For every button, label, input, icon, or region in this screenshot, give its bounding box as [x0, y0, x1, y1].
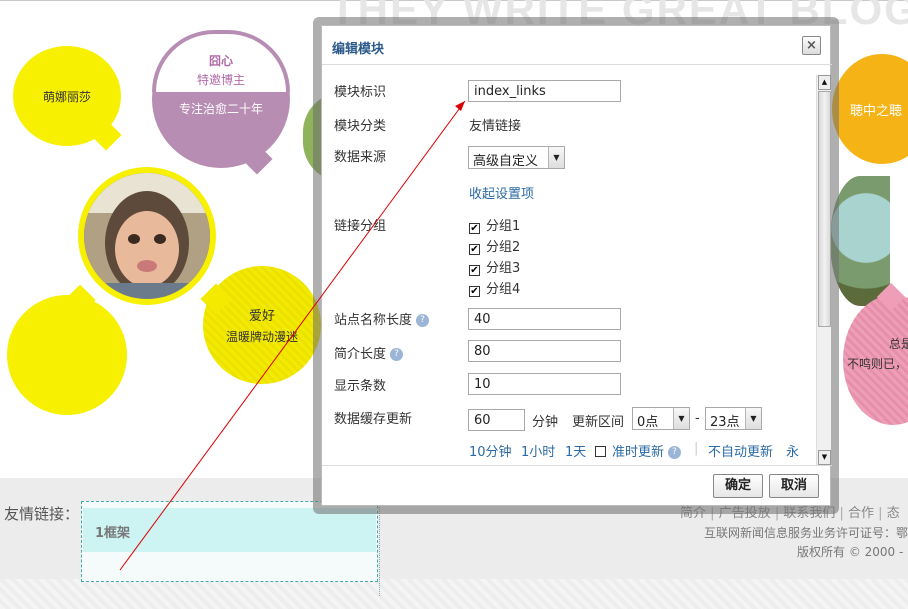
dialog-scrollbar[interactable]: ▲ ▼ — [816, 75, 831, 465]
range-start-value: 0点 — [637, 415, 659, 430]
collapse-settings-link[interactable]: 收起设置项 — [469, 183, 534, 202]
help-icon[interactable]: ? — [668, 446, 682, 459]
link-separator: | — [694, 441, 699, 456]
checkbox-checked-icon: ✔ — [469, 223, 480, 234]
dialog-title: 编辑模块 — [332, 42, 385, 57]
help-icon[interactable]: ? — [416, 314, 430, 327]
checkbox-checked-icon: ✔ — [469, 265, 480, 276]
bubble-tail — [200, 283, 232, 315]
blogger-desc: 专注治愈二十年 — [178, 102, 263, 116]
category-label: 模块分类 — [334, 119, 387, 134]
chevron-down-icon: ▼ — [673, 408, 689, 429]
bubble-guest-blogger[interactable]: 囧心 特邀博主 专注治愈二十年 — [152, 30, 290, 175]
group-label-1: 分组1 — [486, 219, 521, 234]
avatar-photo — [84, 173, 210, 299]
footer-copyright: 版权所有 © 2000 - 2 — [797, 545, 908, 559]
scroll-up-icon[interactable]: ▲ — [818, 75, 831, 90]
checkbox-checked-icon: ✔ — [469, 286, 480, 297]
footer-pattern — [0, 579, 908, 609]
ontime-checkbox[interactable]: 准时更新? — [595, 441, 682, 460]
group-label-2: 分组2 — [486, 240, 521, 255]
link-group-label: 链接分组 — [334, 219, 387, 234]
hobby-title: 爱好 — [248, 309, 275, 324]
bubble-tail — [90, 119, 122, 151]
group-checkbox-4[interactable]: ✔ 分组4 — [469, 278, 520, 297]
group-checkbox-3[interactable]: ✔ 分组3 — [469, 257, 520, 276]
avatar[interactable] — [78, 167, 216, 305]
bubble-label: 萌娜丽莎 — [42, 89, 91, 104]
child-face-image — [84, 173, 210, 299]
display-count-label: 显示条数 — [334, 379, 387, 394]
hobby-desc: 温暖牌动漫迷 — [225, 330, 298, 344]
checkbox-checked-icon: ✔ — [469, 244, 480, 255]
quick-1hour-link[interactable]: 1小时 — [521, 441, 555, 460]
range-end-select[interactable]: 23点 ▼ — [705, 407, 762, 430]
scrollbar-thumb[interactable] — [818, 91, 831, 327]
bubble-label: 聴中之聴 — [850, 103, 903, 119]
dialog-body: 模块标识 index_links 模块分类 友情链接 数据来源 高级自定义 ▼ … — [322, 65, 816, 465]
footer-link-more[interactable]: 态 — [887, 506, 900, 521]
forever-link[interactable]: 永 — [786, 441, 799, 460]
range-separator: - — [695, 411, 700, 426]
help-icon[interactable]: ? — [390, 348, 404, 361]
dialog-footer-divider — [322, 465, 832, 466]
group-label-4: 分组4 — [486, 282, 521, 297]
summary-len-label: 简介长度? — [334, 343, 404, 362]
cache-label: 数据缓存更新 — [334, 412, 413, 427]
cache-minutes-input[interactable]: 60 — [468, 409, 525, 431]
range-end-value: 23点 — [710, 415, 740, 430]
source-select[interactable]: 高级自定义 ▼ — [468, 146, 565, 169]
summary-len-text: 简介长度 — [334, 347, 387, 362]
bubble-line2: 不鸣则已， — [847, 357, 908, 371]
source-label: 数据来源 — [334, 150, 387, 165]
summary-len-input[interactable]: 80 — [468, 340, 621, 362]
no-auto-update-link[interactable]: 不自动更新 — [708, 441, 773, 460]
chevron-down-icon: ▼ — [745, 408, 761, 429]
category-value: 友情链接 — [469, 119, 522, 134]
blogger-name: 囧心 — [208, 54, 233, 68]
module-id-input[interactable]: index_links — [468, 80, 621, 102]
quick-10min-link[interactable]: 10分钟 — [469, 441, 512, 460]
source-select-value: 高级自定义 — [473, 154, 539, 169]
edit-module-dialog: 编辑模块 × 模块标识 index_links 模块分类 友情链接 数据来源 高… — [321, 25, 832, 506]
checkbox-unchecked-icon — [595, 446, 606, 457]
footer-link-coop[interactable]: 合作 — [848, 506, 874, 521]
site-name-len-label: 站点名称长度? — [334, 309, 430, 328]
cache-unit: 分钟 — [532, 415, 559, 430]
bubble-pink[interactable]: 总是 不鸣则已， — [843, 282, 908, 425]
chevron-down-icon: ▼ — [548, 147, 564, 168]
bubble-line1: 总是 — [889, 337, 908, 351]
confirm-button[interactable]: 确定 — [713, 474, 763, 498]
footer-license: 互联网新闻信息服务业务许可证号：鄂 — [704, 526, 908, 540]
group-label-3: 分组3 — [486, 261, 521, 276]
ontime-label: 准时更新 — [612, 445, 665, 460]
bubble-orange[interactable]: 聴中之聴 — [832, 54, 908, 164]
site-name-len-text: 站点名称长度 — [334, 313, 413, 328]
frame-title: 1框架 — [83, 508, 376, 552]
update-range-label: 更新区间 — [572, 415, 625, 430]
cancel-button[interactable]: 取消 — [769, 474, 819, 498]
bubble-tail — [64, 284, 96, 316]
group-checkbox-1[interactable]: ✔ 分组1 — [469, 215, 520, 234]
group-checkbox-2[interactable]: ✔ 分组2 — [469, 236, 520, 255]
bubble-monalisa[interactable]: 萌娜丽莎 — [13, 46, 122, 151]
module-id-label: 模块标识 — [334, 85, 387, 100]
scroll-down-icon[interactable]: ▼ — [818, 450, 831, 465]
friend-links-label: 友情链接： — [4, 505, 80, 523]
bubble-empty[interactable] — [7, 284, 127, 415]
site-name-len-input[interactable]: 40 — [468, 308, 621, 330]
bubble-hobby[interactable]: 爱好 温暖牌动漫迷 — [200, 266, 321, 384]
bubble-photo-right — [830, 176, 890, 306]
blogger-role: 特邀博主 — [196, 73, 245, 87]
close-icon[interactable]: × — [802, 36, 821, 55]
display-count-input[interactable]: 10 — [468, 373, 621, 395]
quick-1day-link[interactable]: 1天 — [565, 441, 586, 460]
range-start-select[interactable]: 0点 ▼ — [632, 407, 690, 430]
bubble-tail — [241, 143, 273, 175]
